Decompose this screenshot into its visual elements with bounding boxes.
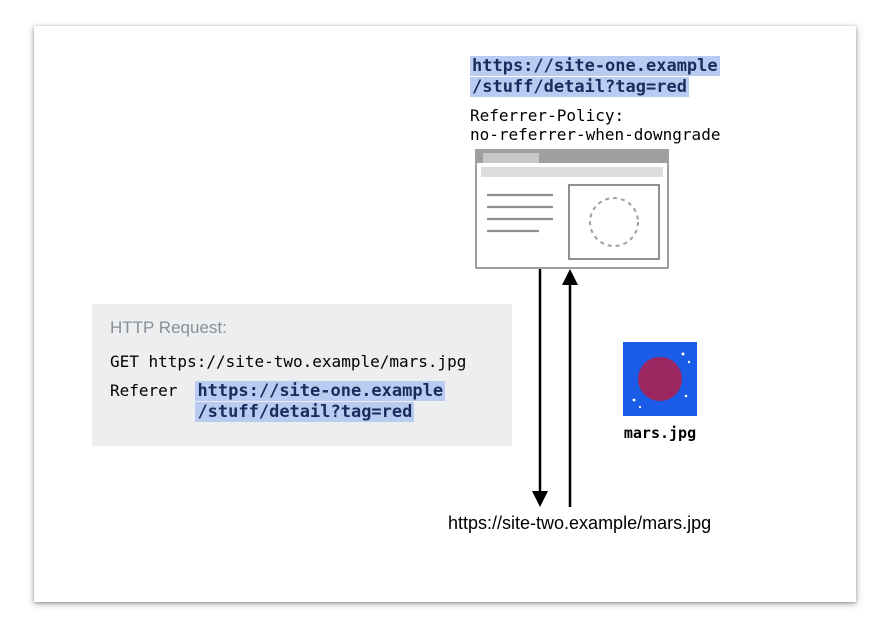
target-url: https://site-two.example/mars.jpg <box>448 513 711 534</box>
origin-url: https://site-one.example /stuff/detail?t… <box>470 56 720 99</box>
http-request-referer-row: Referer https://site-one.example /stuff/… <box>110 381 494 424</box>
http-referer-label: Referer <box>110 381 177 400</box>
http-referer-value: https://site-one.example /stuff/detail?t… <box>195 381 445 424</box>
diagram-canvas: https://site-one.example /stuff/detail?t… <box>34 26 856 602</box>
http-request-get: GET https://site-two.example/mars.jpg <box>110 352 494 371</box>
referrer-policy-line2: no-referrer-when-downgrade <box>470 125 720 144</box>
referrer-policy: Referrer-Policy: no-referrer-when-downgr… <box>470 106 720 144</box>
mars-image-label: mars.jpg <box>623 424 697 442</box>
mars-image-icon <box>623 342 697 416</box>
origin-url-line1: https://site-one.example <box>470 56 720 76</box>
http-request-title: HTTP Request: <box>110 318 494 338</box>
request-response-arrows-icon <box>526 269 586 509</box>
http-referer-value-line1: https://site-one.example <box>195 381 445 401</box>
referrer-policy-line1: Referrer-Policy: <box>470 106 720 125</box>
browser-window-icon <box>475 149 669 269</box>
http-referer-value-line2: /stuff/detail?tag=red <box>195 402 414 422</box>
http-request-box: HTTP Request: GET https://site-two.examp… <box>92 304 512 446</box>
origin-url-line2: /stuff/detail?tag=red <box>470 77 689 97</box>
